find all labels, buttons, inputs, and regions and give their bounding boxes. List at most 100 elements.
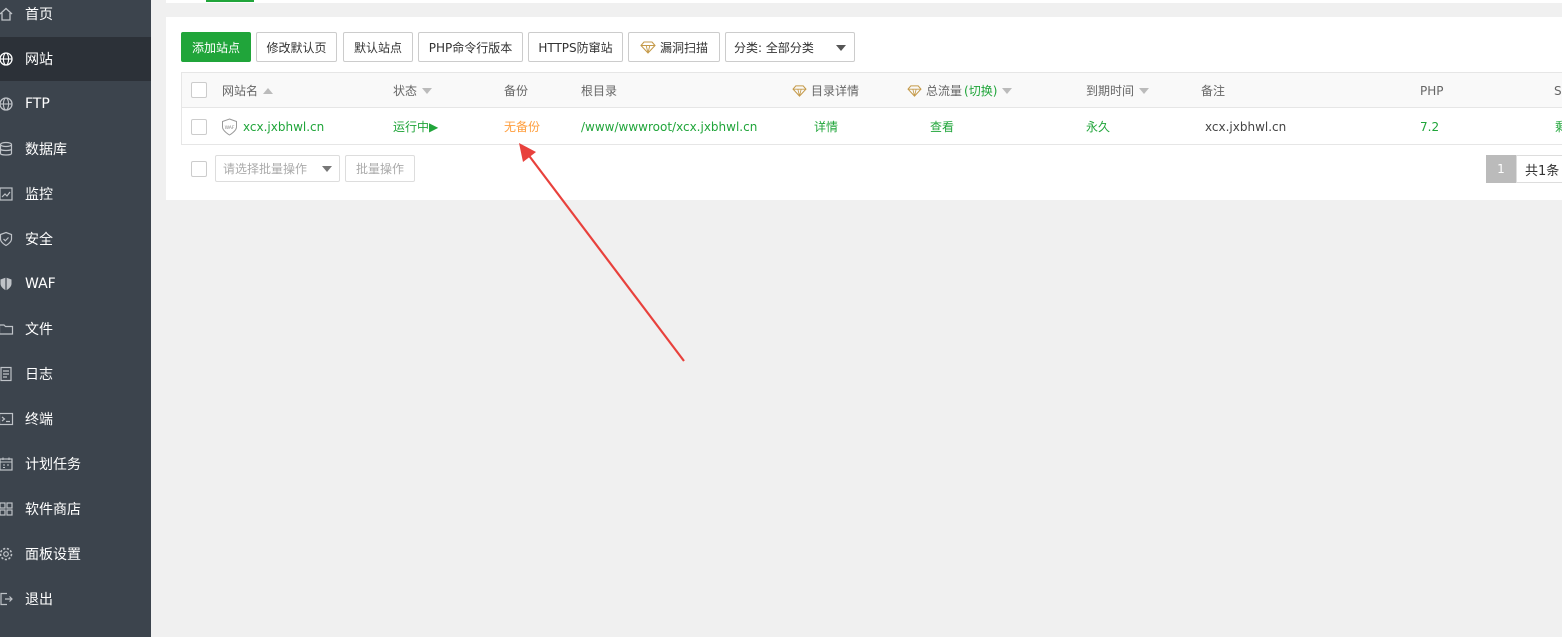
batch-operation-button[interactable]: 批量操作 (345, 155, 415, 182)
sidebar-item-terminal[interactable]: 终端 (0, 397, 151, 441)
sidebar-item-logout[interactable]: 退出 (0, 577, 151, 621)
terminal-icon (0, 410, 15, 428)
monitor-icon (0, 185, 15, 203)
sort-desc-icon (1002, 87, 1013, 94)
sidebar-item-label: 软件商店 (25, 502, 81, 518)
vuln-scan-button[interactable]: 漏洞扫描 (628, 32, 720, 62)
default-site-button[interactable]: 默认站点 (343, 32, 413, 62)
remark-cell[interactable]: xcx.jxbhwl.cn (1205, 109, 1286, 144)
ftp-globe-icon (0, 95, 15, 113)
grid-icon (0, 500, 15, 518)
log-icon (0, 365, 15, 383)
column-ssl: S (1554, 83, 1562, 98)
site-name-cell[interactable]: WAF xcx.jxbhwl.cn (221, 109, 324, 144)
waf-shield-icon: WAF (221, 117, 238, 136)
sidebar-item-label: 文件 (25, 322, 53, 338)
sidebar-item-cron[interactable]: 计划任务 (0, 442, 151, 486)
column-backup: 备份 (504, 84, 529, 98)
edit-default-page-button[interactable]: 修改默认页 (256, 32, 337, 62)
sort-asc-icon (263, 87, 274, 94)
active-tab-indicator (206, 0, 254, 2)
sidebar-item-label: 监控 (25, 187, 53, 203)
sidebar-item-label: 终端 (25, 412, 53, 428)
sidebar-item-home[interactable]: 首页 (0, 0, 151, 36)
home-icon (0, 5, 15, 23)
sidebar-item-settings[interactable]: 面板设置 (0, 532, 151, 576)
traffic-view-link[interactable]: 查看 (930, 109, 954, 144)
pagination-total: 共1条 (1516, 155, 1562, 183)
globe-icon (0, 50, 15, 68)
category-select-value: 分类: 全部分类 (734, 40, 814, 55)
sort-desc-icon (422, 87, 433, 94)
column-label: 状态 (393, 84, 418, 98)
site-list-panel: 添加站点 修改默认页 默认站点 PHP命令行版本 HTTPS防窜站 漏洞扫描 分… (166, 17, 1562, 200)
column-php: PHP (1420, 83, 1444, 98)
gear-icon (0, 545, 15, 563)
sidebar-item-label: 安全 (25, 232, 53, 248)
column-remark: 备注 (1201, 84, 1226, 98)
php-version-link[interactable]: 7.2 (1420, 109, 1439, 144)
column-label: 网站名 (222, 84, 259, 98)
root-dir-link[interactable]: /www/wwwroot/xcx.jxbhwl.cn (581, 109, 757, 144)
waf-badge-text: WAF (225, 125, 235, 131)
vuln-scan-label: 漏洞扫描 (659, 40, 708, 55)
sidebar-item-security[interactable]: 安全 (0, 217, 151, 261)
batch-select-placeholder: 请选择批量操作 (223, 162, 308, 176)
table-header: 网站名 状态 备份 根目录 目录详情 总流量 (切换) 到期时间 备注 PHP … (182, 73, 1562, 108)
waf-shield-icon (0, 275, 15, 293)
sidebar: 首页 网站 FTP 数据库 监控 安全 WAF 文件 日志 终端 计划任务 软件… (0, 0, 151, 637)
ssl-link[interactable]: 剩 (1555, 109, 1562, 144)
sidebar-item-files[interactable]: 文件 (0, 307, 151, 351)
column-label: 目录详情 (811, 84, 860, 98)
sidebar-item-website[interactable]: 网站 (0, 37, 151, 81)
column-dir-detail: 目录详情 (792, 73, 859, 108)
sidebar-item-label: 计划任务 (25, 457, 81, 473)
category-select[interactable]: 分类: 全部分类 (725, 32, 855, 62)
footer-select-all-checkbox[interactable] (191, 161, 207, 177)
sidebar-item-label: FTP (25, 96, 50, 112)
select-all-checkbox[interactable] (191, 82, 207, 98)
site-name-link[interactable]: xcx.jxbhwl.cn (243, 120, 324, 134)
batch-operation-select[interactable]: 请选择批量操作 (215, 155, 340, 182)
https-protect-button[interactable]: HTTPS防窜站 (528, 32, 623, 62)
column-label: 总流量 (926, 84, 963, 98)
site-table: 网站名 状态 备份 根目录 目录详情 总流量 (切换) 到期时间 备注 PHP … (181, 72, 1562, 145)
php-cli-version-button[interactable]: PHP命令行版本 (418, 32, 523, 62)
sidebar-item-waf[interactable]: WAF (0, 262, 151, 306)
column-total-traffic[interactable]: 总流量 (切换) (907, 73, 1013, 108)
sidebar-item-label: 日志 (25, 367, 53, 383)
calendar-icon (0, 455, 15, 473)
column-expire[interactable]: 到期时间 (1086, 73, 1150, 108)
column-site-name[interactable]: 网站名 (222, 73, 274, 108)
logout-icon (0, 590, 15, 608)
sidebar-item-ftp[interactable]: FTP (0, 82, 151, 126)
pagination-page[interactable]: 1 (1486, 155, 1516, 183)
sidebar-item-label: 退出 (25, 592, 53, 608)
chevron-down-icon (836, 45, 846, 51)
sidebar-item-label: 首页 (25, 7, 53, 23)
sidebar-item-label: 数据库 (25, 142, 67, 158)
sidebar-item-store[interactable]: 软件商店 (0, 487, 151, 531)
dir-detail-link[interactable]: 详情 (814, 109, 838, 144)
sidebar-item-monitor[interactable]: 监控 (0, 172, 151, 216)
row-checkbox[interactable] (191, 119, 207, 135)
column-status[interactable]: 状态 (393, 73, 433, 108)
shield-icon (0, 230, 15, 248)
column-label: 到期时间 (1086, 84, 1135, 98)
table-row: WAF xcx.jxbhwl.cn 运行中▶ 无备份 /www/wwwroot/… (182, 109, 1562, 145)
sidebar-item-logs[interactable]: 日志 (0, 352, 151, 396)
add-site-button[interactable]: 添加站点 (181, 32, 251, 62)
diamond-icon (640, 40, 656, 54)
chevron-down-icon (322, 166, 332, 172)
diamond-icon (907, 84, 922, 97)
expire-link[interactable]: 永久 (1086, 109, 1110, 144)
sidebar-item-label: WAF (25, 276, 56, 292)
backup-none-link[interactable]: 无备份 (504, 109, 540, 144)
sort-desc-icon (1139, 87, 1150, 94)
diamond-icon (792, 84, 807, 97)
sidebar-item-label: 网站 (25, 52, 53, 68)
status-running-link[interactable]: 运行中▶ (393, 109, 438, 144)
database-icon (0, 140, 15, 158)
traffic-switch-link[interactable]: (切换) (964, 82, 997, 99)
sidebar-item-database[interactable]: 数据库 (0, 127, 151, 171)
